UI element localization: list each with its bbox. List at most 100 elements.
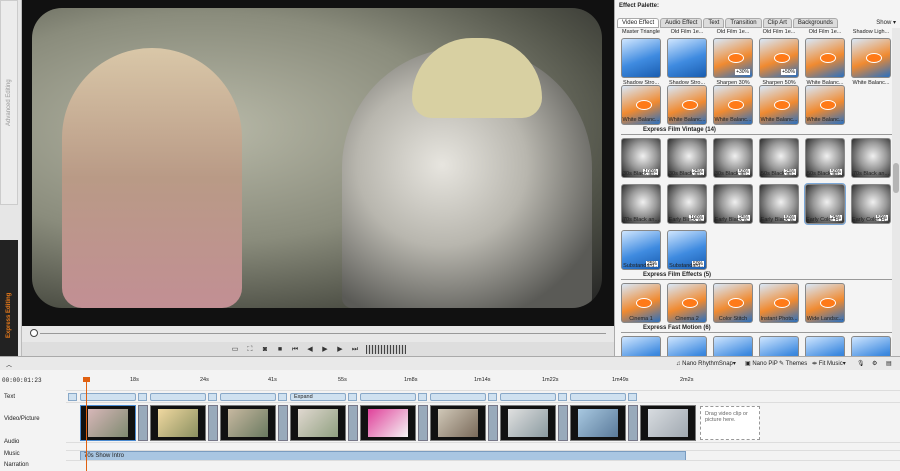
transition-slot[interactable] <box>418 405 428 441</box>
tab-video-effect[interactable]: Video Effect <box>617 18 660 28</box>
fit-music-button[interactable]: ⇹ Fit Music▾ <box>812 360 846 367</box>
music-track[interactable]: 70s Show Intro <box>66 450 900 461</box>
effect-thumbnail[interactable]: +50% <box>759 38 799 78</box>
video-clip[interactable] <box>220 405 276 441</box>
text-clip[interactable] <box>430 393 486 401</box>
show-dropdown[interactable]: Show ▾ <box>876 19 896 26</box>
video-clip[interactable] <box>570 405 626 441</box>
display-mode-icon[interactable]: ▭ <box>231 345 240 354</box>
text-clip-expand[interactable]: Expand <box>290 393 346 401</box>
effect-thumbnail[interactable] <box>805 38 845 78</box>
text-slot[interactable] <box>68 393 77 401</box>
playhead-handle[interactable] <box>83 377 90 382</box>
step-forward-icon[interactable]: ▶ <box>336 345 345 354</box>
video-clip[interactable] <box>80 405 136 441</box>
tab-clip-art[interactable]: Clip Art <box>762 18 792 28</box>
text-slot[interactable] <box>348 393 357 401</box>
effect-palette: Effect Palette: Video Effect Audio Effec… <box>614 0 900 356</box>
microphone-icon[interactable]: 🎙 <box>857 360 865 367</box>
tab-backgrounds[interactable]: Backgrounds <box>792 18 838 28</box>
transition-slot[interactable] <box>138 405 148 441</box>
video-track[interactable]: Drag video clip or picture here. <box>66 402 900 442</box>
ruler-tick: 1m49s <box>612 377 629 383</box>
effect-thumbnail[interactable] <box>713 336 753 356</box>
text-slot[interactable] <box>208 393 217 401</box>
tab-transition[interactable]: Transition <box>725 18 762 28</box>
text-slot[interactable] <box>138 393 147 401</box>
text-clip[interactable] <box>80 393 136 401</box>
effect-thumbnail[interactable] <box>805 336 845 356</box>
scrubber-track <box>40 333 606 334</box>
text-clip[interactable] <box>220 393 276 401</box>
video-clip[interactable] <box>430 405 486 441</box>
text-clip[interactable] <box>150 393 206 401</box>
settings-icon[interactable]: ⚙ <box>872 360 877 367</box>
volume-meter-icon[interactable] <box>365 344 406 354</box>
effect-label: White Balanc... <box>806 117 844 123</box>
text-slot[interactable] <box>558 393 567 401</box>
clip-thumbnail <box>438 409 478 437</box>
video-clip[interactable] <box>150 405 206 441</box>
effect-label: Old Film 1e... <box>670 29 704 35</box>
text-track[interactable]: Expand <box>66 390 900 402</box>
video-clip[interactable] <box>360 405 416 441</box>
text-clip[interactable] <box>360 393 416 401</box>
export-icon[interactable]: ▤ <box>886 360 892 367</box>
play-icon[interactable]: ▶ <box>321 345 330 354</box>
fullscreen-icon[interactable]: ⛶ <box>246 345 255 354</box>
transition-slot[interactable] <box>628 405 638 441</box>
text-clip[interactable] <box>570 393 626 401</box>
effect-label: Wide Landsc... <box>806 316 844 322</box>
effect-thumbnail[interactable] <box>759 336 799 356</box>
effect-thumbnail[interactable]: +30% <box>713 38 753 78</box>
nano-rhythmsnap-button[interactable]: ♫ Nano RhythmSnap▾ <box>676 360 736 367</box>
effect-thumbnail[interactable] <box>851 336 891 356</box>
transition-slot[interactable] <box>278 405 288 441</box>
effect-thumbnail[interactable] <box>667 336 707 356</box>
transition-slot[interactable] <box>488 405 498 441</box>
themes-button[interactable]: ✎ Themes <box>779 360 807 367</box>
transition-slot[interactable] <box>348 405 358 441</box>
playhead-line[interactable] <box>86 377 87 471</box>
step-back-icon[interactable]: ◀ <box>306 345 315 354</box>
text-slot[interactable] <box>628 393 637 401</box>
narration-track[interactable] <box>66 460 900 471</box>
text-clip[interactable] <box>500 393 556 401</box>
timeline-ruler[interactable]: 18s 24s 41s 55s 1m8s 1m14s 1m22s 1m49s 2… <box>66 377 900 385</box>
audio-track[interactable] <box>66 442 900 450</box>
timeline: 00:00:01:23 18s 24s 41s 55s 1m8s 1m14s 1… <box>0 370 900 471</box>
fit-music-label: Fit Music <box>818 361 843 367</box>
scrubber-handle[interactable] <box>30 329 38 337</box>
fish-icon <box>820 100 836 110</box>
video-clip[interactable] <box>290 405 346 441</box>
stop-icon[interactable]: ■ <box>276 345 285 354</box>
transition-slot[interactable] <box>208 405 218 441</box>
fish-icon <box>774 298 790 308</box>
collapse-icon[interactable]: ︿ <box>6 360 12 369</box>
snapshot-icon[interactable]: ◙ <box>261 345 270 354</box>
drop-zone[interactable]: Drag video clip or picture here. <box>700 406 760 440</box>
video-clip[interactable] <box>500 405 556 441</box>
text-slot[interactable] <box>418 393 427 401</box>
effect-thumbnail[interactable] <box>851 38 891 78</box>
text-slot[interactable] <box>488 393 497 401</box>
previous-icon[interactable]: ⏮ <box>291 345 300 354</box>
effect-percent: +50% <box>781 69 796 75</box>
transition-slot[interactable] <box>558 405 568 441</box>
nano-pip-button[interactable]: ▣ Nano PiP <box>745 360 778 367</box>
video-clip[interactable] <box>640 405 696 441</box>
palette-scrollbar[interactable] <box>892 28 900 356</box>
next-icon[interactable]: ⏭ <box>351 345 360 354</box>
effect-label: Old Film 1e... <box>808 29 842 35</box>
effect-thumbnail[interactable] <box>621 38 661 78</box>
effect-thumbnail[interactable] <box>667 38 707 78</box>
clip-thumbnail <box>508 409 548 437</box>
tab-text[interactable]: Text <box>703 18 725 28</box>
preview-scrubber[interactable] <box>22 326 614 342</box>
palette-tabs: Video Effect Audio Effect Text Transitio… <box>617 18 839 28</box>
tab-advanced-editing[interactable]: Advanced Editing <box>0 0 18 205</box>
effect-thumbnail[interactable] <box>621 336 661 356</box>
text-slot[interactable] <box>278 393 287 401</box>
tab-audio-effect[interactable]: Audio Effect <box>660 18 703 28</box>
scrollbar-thumb[interactable] <box>893 163 899 193</box>
